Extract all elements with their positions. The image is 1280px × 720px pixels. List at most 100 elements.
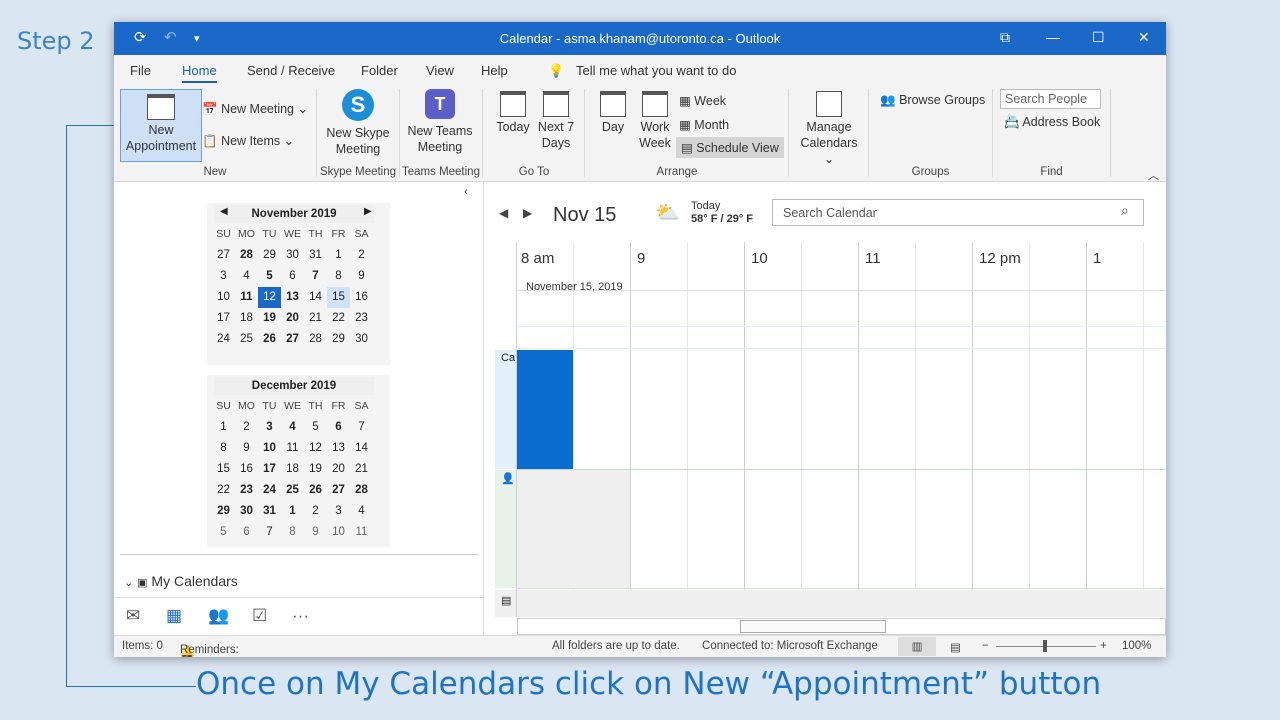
calendar-day[interactable]: 2 xyxy=(304,501,327,522)
calendar-day[interactable]: 9 xyxy=(304,522,327,543)
calendar-day[interactable]: 6 xyxy=(281,266,304,287)
calendar-day[interactable]: 19 xyxy=(258,308,281,329)
calendar-day[interactable]: 4 xyxy=(281,417,304,438)
today-button[interactable]: Today xyxy=(492,91,534,135)
calendar-day[interactable]: 18 xyxy=(235,308,258,329)
calendar-day[interactable]: 10 xyxy=(327,522,350,543)
appointment-block[interactable] xyxy=(517,350,573,469)
calendar-day[interactable]: 23 xyxy=(350,308,373,329)
calendar-day[interactable]: 1 xyxy=(327,245,350,266)
calendar-day[interactable]: 31 xyxy=(258,501,281,522)
next-day-icon[interactable]: ▶ xyxy=(523,206,532,220)
calendar-day[interactable]: 16 xyxy=(350,287,373,308)
calendar-day[interactable]: 26 xyxy=(258,329,281,350)
work-week-button[interactable]: Work Week xyxy=(636,91,674,151)
next-7-days-button[interactable]: Next 7 Days xyxy=(536,91,576,151)
calendar-day[interactable]: 6 xyxy=(235,522,258,543)
calendar-day[interactable]: 27 xyxy=(327,480,350,501)
calendar-day[interactable]: 24 xyxy=(258,480,281,501)
calendar-day[interactable]: 20 xyxy=(327,459,350,480)
calendar-day[interactable]: 29 xyxy=(327,329,350,350)
calendar-day[interactable]: 8 xyxy=(212,438,235,459)
new-items-button[interactable]: 📋 New Items ⌄ xyxy=(202,133,294,149)
calendar-day[interactable]: 21 xyxy=(350,459,373,480)
calendar-day[interactable]: 8 xyxy=(327,266,350,287)
calendar-day[interactable]: 7 xyxy=(350,417,373,438)
menu-home[interactable]: Home xyxy=(182,63,217,83)
calendar-day[interactable]: 28 xyxy=(304,329,327,350)
zoom-out-icon[interactable]: − xyxy=(982,640,989,652)
new-appointment-button[interactable]: New Appointment xyxy=(120,89,202,162)
calendar-day[interactable]: 28 xyxy=(350,480,373,501)
menu-help[interactable]: Help xyxy=(481,63,508,78)
calendar-day[interactable]: 30 xyxy=(350,329,373,350)
new-meeting-button[interactable]: 📅 New Meeting ⌄ xyxy=(202,101,308,117)
calendar-day[interactable]: 18 xyxy=(281,459,304,480)
calendar-day[interactable]: 7 xyxy=(258,522,281,543)
calendar-day[interactable]: 9 xyxy=(350,266,373,287)
calendar-day[interactable]: 4 xyxy=(235,266,258,287)
collapse-ribbon-icon[interactable]: ︿ xyxy=(1148,167,1159,183)
calendar-day[interactable]: 14 xyxy=(304,287,327,308)
calendar-day[interactable]: 16 xyxy=(235,459,258,480)
maximize-icon[interactable]: ☐ xyxy=(1092,29,1105,46)
calendar-day[interactable]: 19 xyxy=(304,459,327,480)
my-calendars-folder[interactable]: ⌄ ▣ My Calendars xyxy=(124,573,238,589)
calendar-day[interactable]: 21 xyxy=(304,308,327,329)
calendar-day[interactable]: 25 xyxy=(281,480,304,501)
calendar-day[interactable]: 12 xyxy=(304,438,327,459)
calendar-day[interactable]: 3 xyxy=(327,501,350,522)
calendar-day[interactable]: 2 xyxy=(235,417,258,438)
people-icon[interactable]: 👥 xyxy=(208,606,229,626)
calendar-day[interactable]: 12 xyxy=(258,287,281,308)
calendar-day[interactable]: 17 xyxy=(258,459,281,480)
calendar-day[interactable]: 25 xyxy=(235,329,258,350)
reading-view-icon[interactable]: ▤ xyxy=(950,640,961,654)
calendar-day[interactable]: 13 xyxy=(327,438,350,459)
calendar-day[interactable]: 10 xyxy=(212,287,235,308)
tell-me-search[interactable]: Tell me what you want to do xyxy=(576,63,736,78)
calendar-day[interactable]: 15 xyxy=(327,287,350,308)
calendar-day[interactable]: 22 xyxy=(212,480,235,501)
search-calendar-input[interactable]: Search Calendar xyxy=(772,199,1144,226)
zoom-in-icon[interactable]: + xyxy=(1100,640,1107,652)
menu-folder[interactable]: Folder xyxy=(361,63,398,78)
collapse-pane-icon[interactable]: ‹ xyxy=(464,184,468,198)
more-icon[interactable]: ··· xyxy=(292,606,309,626)
menu-send-receive[interactable]: Send / Receive xyxy=(247,63,335,78)
calendar-day[interactable]: 9 xyxy=(235,438,258,459)
day-view-button[interactable]: Day xyxy=(594,91,632,135)
search-icon[interactable]: ⌕ xyxy=(1121,202,1129,219)
week-view-button[interactable]: ▦ Week xyxy=(679,93,726,108)
calendar-day[interactable]: 24 xyxy=(212,329,235,350)
calendar-day[interactable]: 29 xyxy=(258,245,281,266)
calendar-day[interactable]: 17 xyxy=(212,308,235,329)
calendar-day[interactable]: 3 xyxy=(258,417,281,438)
calendar-day[interactable]: 15 xyxy=(212,459,235,480)
tasks-icon[interactable]: ☑ xyxy=(252,606,267,626)
menu-file[interactable]: File xyxy=(130,63,151,78)
search-people-input[interactable]: Search People xyxy=(1000,89,1101,109)
horizontal-scrollbar[interactable] xyxy=(517,618,1166,635)
calendar-day[interactable]: 4 xyxy=(350,501,373,522)
calendar-day[interactable]: 11 xyxy=(235,287,258,308)
calendar-day[interactable]: 3 xyxy=(212,266,235,287)
calendar-day[interactable]: 14 xyxy=(350,438,373,459)
scrollbar-thumb[interactable] xyxy=(740,620,886,633)
calendar-day[interactable]: 13 xyxy=(281,287,304,308)
calendar-day[interactable]: 23 xyxy=(235,480,258,501)
calendar-day[interactable]: 27 xyxy=(281,329,304,350)
mail-icon[interactable]: ✉ xyxy=(126,606,140,626)
calendar-day[interactable]: 8 xyxy=(281,522,304,543)
calendar-day[interactable]: 7 xyxy=(304,266,327,287)
calendar-day[interactable]: 5 xyxy=(304,417,327,438)
calendar-day[interactable]: 11 xyxy=(281,438,304,459)
calendar-day[interactable]: 29 xyxy=(212,501,235,522)
calendar-day[interactable]: 22 xyxy=(327,308,350,329)
browse-groups-button[interactable]: 👥 Browse Groups xyxy=(880,93,985,108)
schedule-view-button[interactable]: ▤ Schedule View xyxy=(676,137,784,158)
ribbon-display-icon[interactable]: ⧉ xyxy=(1000,29,1010,46)
close-icon[interactable]: ✕ xyxy=(1138,29,1150,46)
add-attendee-icon[interactable]: ▤ xyxy=(501,594,511,607)
calendar-day[interactable]: 1 xyxy=(281,501,304,522)
